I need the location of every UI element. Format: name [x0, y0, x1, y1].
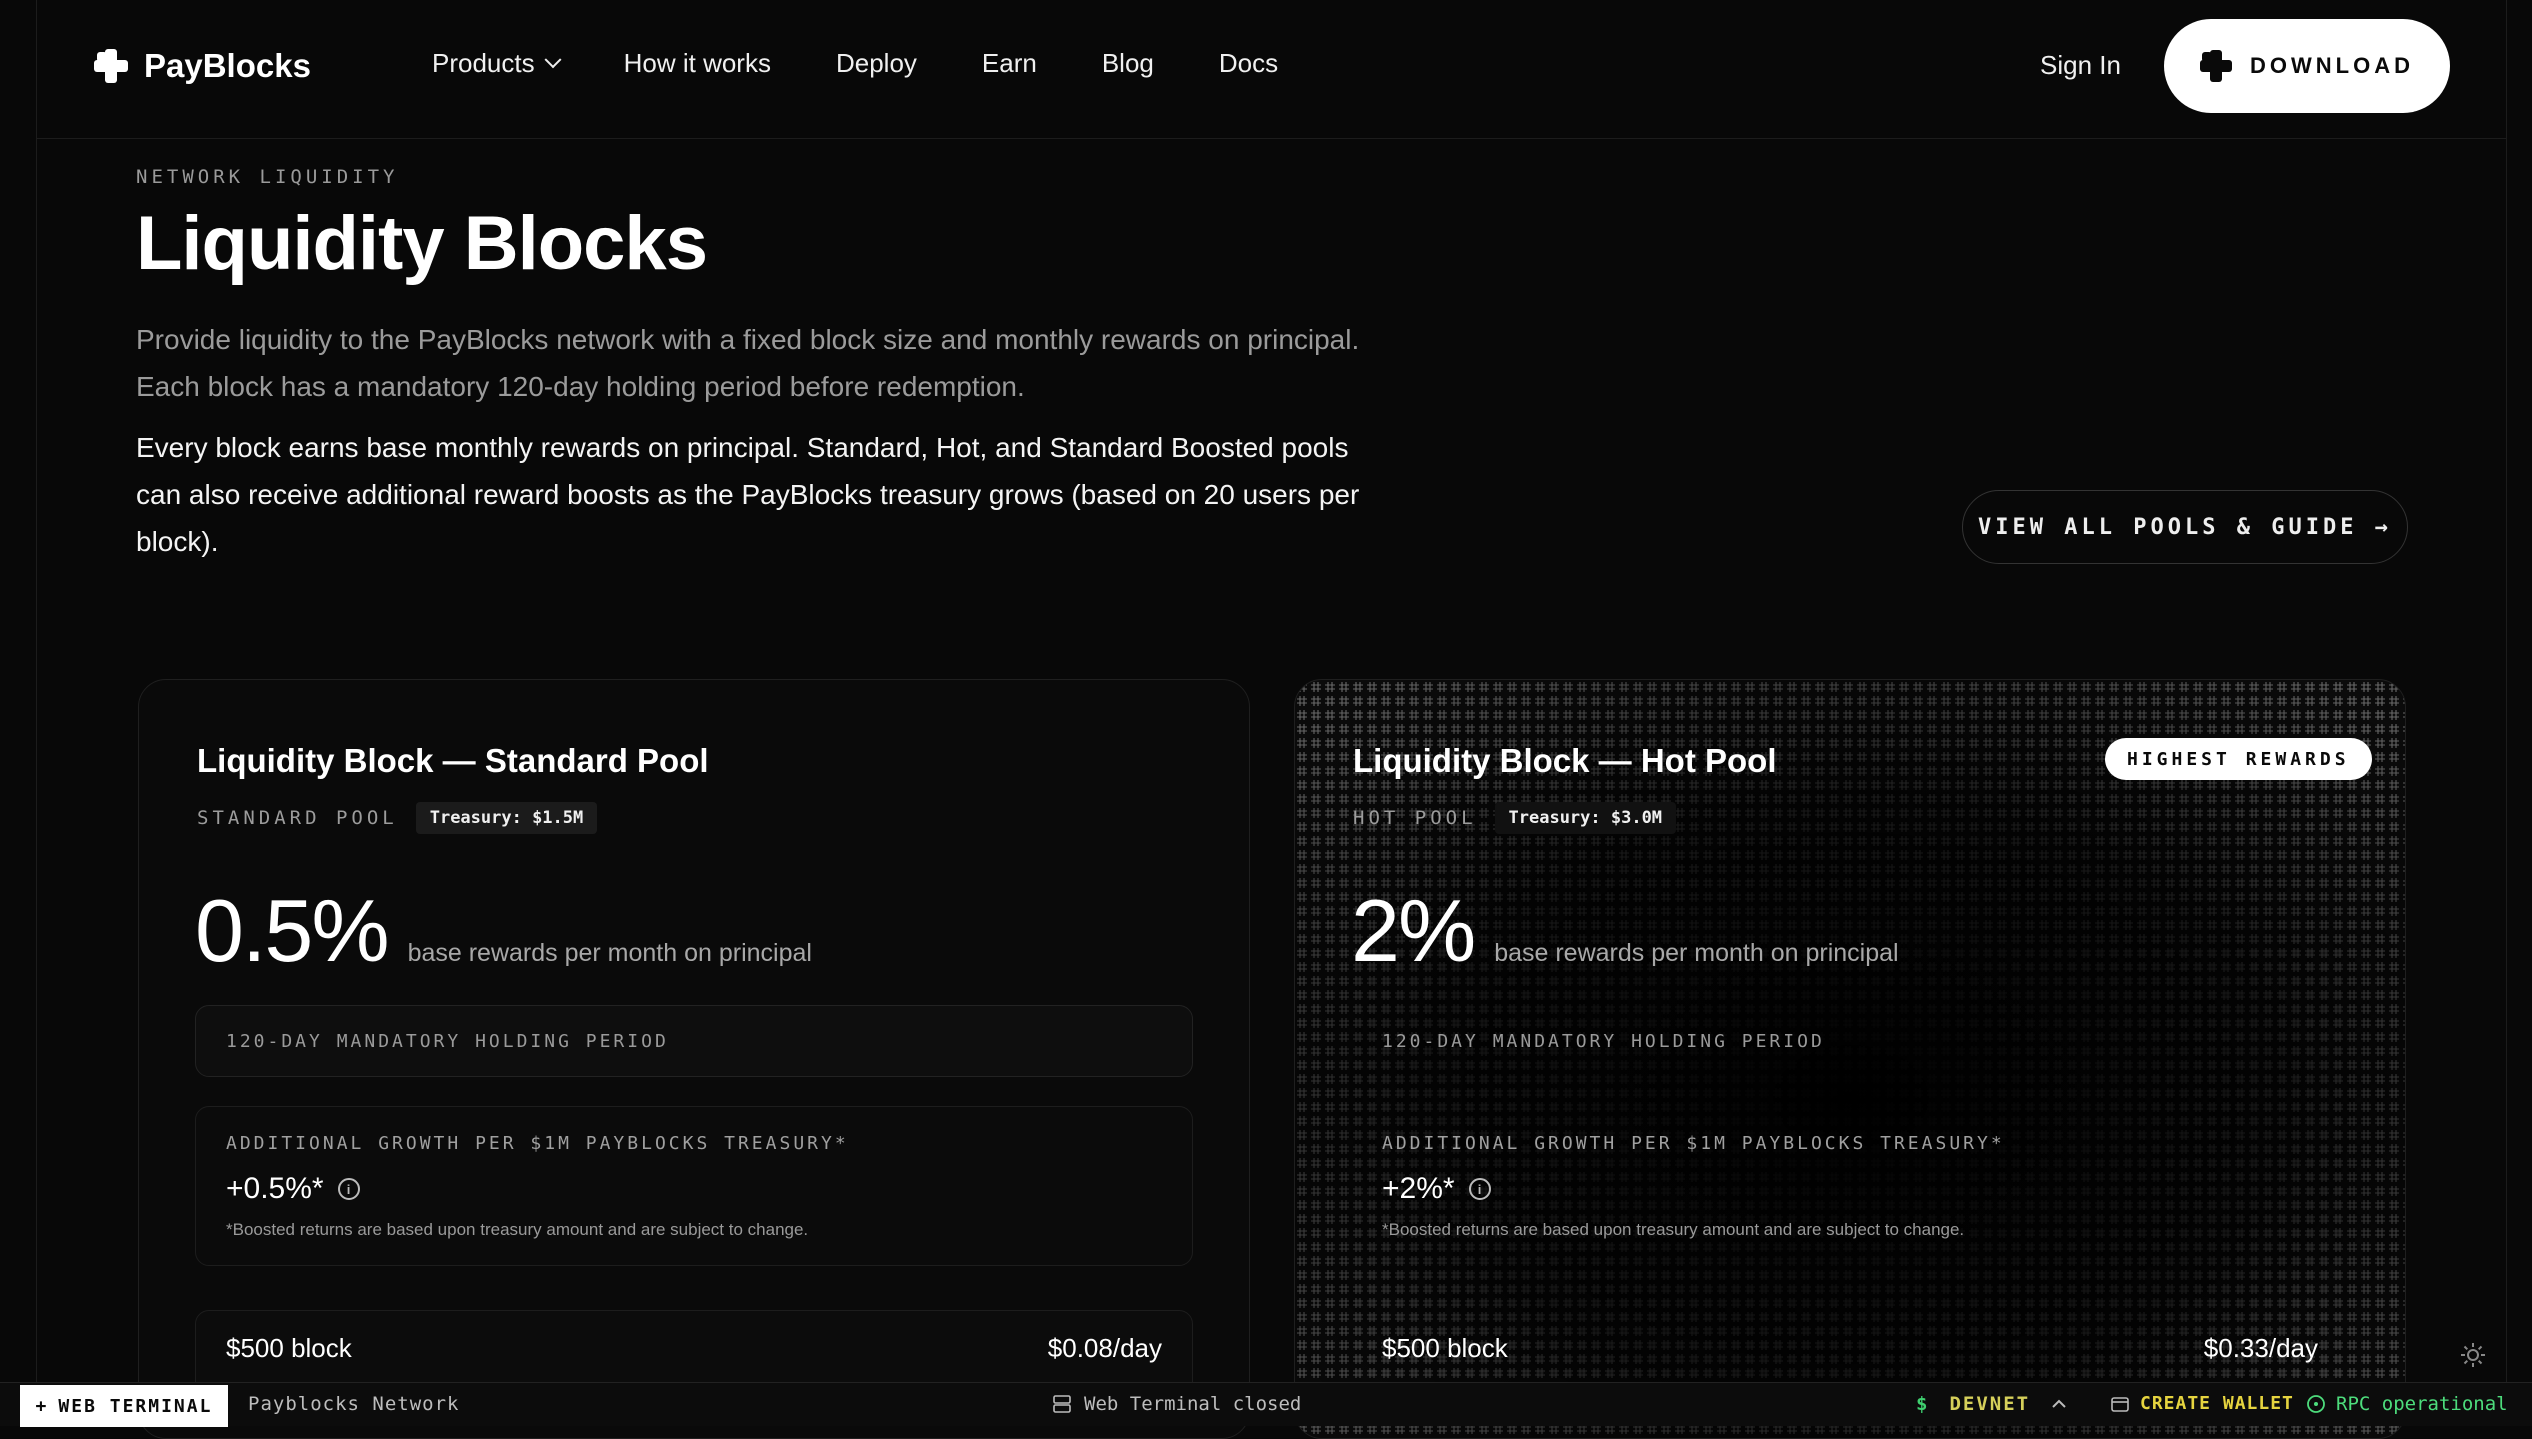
boost-label: ADDITIONAL GROWTH PER $1M PAYBLOCKS TREA…	[1382, 1133, 2005, 1154]
treasury-badge: Treasury: $1.5M	[415, 802, 598, 834]
block-size: $500 block	[1382, 1333, 1508, 1363]
boost-label: ADDITIONAL GROWTH PER $1M PAYBLOCKS TREA…	[226, 1133, 849, 1154]
base-rate: 0.5%	[195, 881, 390, 980]
server-icon	[1053, 1395, 1071, 1413]
status-bar: + WEB TERMINAL Payblocks Network Web Ter…	[0, 1382, 2532, 1427]
devnet-symbol: $	[1916, 1393, 1930, 1415]
frame-line-right	[2506, 0, 2507, 1426]
hero-description: Every block earns base monthly rewards o…	[136, 432, 1360, 557]
standard-pool-card: Liquidity Block — Standard Pool STANDARD…	[138, 679, 1250, 1439]
sign-in-link[interactable]: Sign In	[2040, 50, 2121, 81]
rpc-status: RPC operational	[2306, 1393, 2508, 1415]
holding-period: 120-DAY MANDATORY HOLDING PERIOD	[1382, 1030, 1825, 1052]
base-rate-description: base rewards per month on principal	[1494, 939, 1899, 967]
info-icon[interactable]: i	[337, 1178, 360, 1200]
download-button[interactable]: DOWNLOAD	[2164, 19, 2450, 113]
pool-tag: HOT POOL	[1353, 807, 1477, 829]
plus-icon: +	[35, 1395, 49, 1417]
base-rate-description: base rewards per month on principal	[407, 939, 812, 967]
daily-reward: $0.08/day	[1047, 1333, 1162, 1363]
page-title: Liquidity Blocks	[136, 201, 708, 286]
web-terminal-button[interactable]: + WEB TERMINAL	[20, 1385, 228, 1427]
terminal-status: Web Terminal closed	[1052, 1393, 1301, 1415]
create-wallet-button[interactable]: CREATE WALLET	[2110, 1393, 2294, 1414]
view-all-pools-button[interactable]: VIEW ALL POOLS & GUIDE →	[1962, 490, 2408, 564]
holding-period: 120-DAY MANDATORY HOLDING PERIOD	[195, 1005, 1193, 1077]
payblocks-logo-icon	[94, 49, 128, 83]
pool-tag: STANDARD POOL	[197, 807, 398, 829]
network-name: Payblocks Network	[248, 1393, 460, 1415]
create-wallet-label: CREATE WALLET	[2140, 1393, 2294, 1414]
download-label: DOWNLOAD	[2250, 53, 2414, 78]
boost-note: *Boosted returns are based upon treasury…	[1382, 1220, 1965, 1239]
boost-note: *Boosted returns are based upon treasury…	[226, 1220, 809, 1239]
boost-panel: ADDITIONAL GROWTH PER $1M PAYBLOCKS TREA…	[1351, 1106, 2349, 1266]
payblocks-logo-icon	[2200, 50, 2232, 82]
top-nav: PayBlocks Products How it works Deploy E…	[0, 0, 2532, 138]
web-terminal-label: WEB TERMINAL	[58, 1395, 213, 1417]
highest-rewards-badge: HIGHEST REWARDS	[2105, 738, 2372, 780]
boost-panel: ADDITIONAL GROWTH PER $1M PAYBLOCKS TREA…	[195, 1106, 1193, 1266]
devnet-label: DEVNET	[1949, 1393, 2031, 1415]
hero-lead: Provide liquidity to the PayBlocks netwo…	[136, 324, 1360, 402]
chevron-up-icon	[2052, 1399, 2066, 1408]
section-eyebrow: NETWORK LIQUIDITY	[136, 166, 399, 188]
nav-docs[interactable]: Docs	[1219, 48, 1278, 79]
card-title: Liquidity Block — Standard Pool	[197, 742, 709, 779]
check-circle-icon	[2307, 1395, 2325, 1413]
devnet-selector[interactable]: $ DEVNET	[1916, 1393, 2068, 1415]
daily-reward: $0.33/day	[2203, 1333, 2318, 1363]
brand-name: PayBlocks	[144, 47, 311, 84]
nav-divider	[36, 138, 2506, 139]
brand-logo[interactable]: PayBlocks	[94, 47, 311, 85]
boost-value: +0.5%*	[226, 1172, 324, 1205]
terminal-status-text: Web Terminal closed	[1084, 1393, 1302, 1415]
nav-products[interactable]: Products	[432, 48, 562, 79]
treasury-badge: Treasury: $3.0M	[1494, 802, 1677, 834]
main-menu: Products How it works Deploy Earn Blog D…	[432, 48, 1343, 79]
nav-deploy[interactable]: Deploy	[836, 48, 917, 79]
hot-pool-card: Liquidity Block — Hot Pool HIGHEST REWAR…	[1294, 679, 2406, 1439]
frame-line-left	[36, 0, 37, 1426]
wallet-icon	[2111, 1396, 2129, 1412]
block-size: $500 block	[226, 1333, 352, 1363]
base-rate: 2%	[1351, 881, 1476, 980]
nav-products-label: Products	[432, 48, 535, 78]
nav-blog[interactable]: Blog	[1102, 48, 1154, 79]
chevron-down-icon	[544, 50, 562, 68]
card-title: Liquidity Block — Hot Pool	[1353, 742, 1777, 779]
info-icon[interactable]: i	[1468, 1178, 1491, 1200]
nav-earn[interactable]: Earn	[982, 48, 1037, 79]
sun-icon[interactable]	[2454, 1336, 2492, 1374]
boost-value: +2%*	[1382, 1172, 1455, 1205]
nav-how-it-works[interactable]: How it works	[624, 48, 771, 79]
rpc-status-text: RPC operational	[2336, 1393, 2508, 1415]
